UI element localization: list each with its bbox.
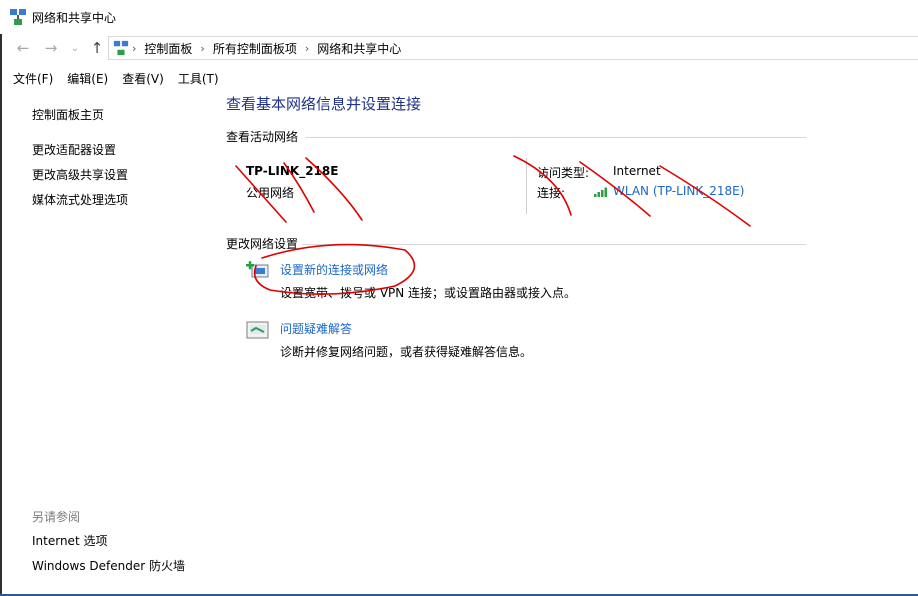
menu-bar: 文件(F) 编辑(E) 查看(V) 工具(T) [0,66,918,90]
arrow-right-icon: → [44,39,58,57]
change-settings-title: 更改网络设置 [226,237,299,251]
network-category-link[interactable]: 公用网络 [246,184,294,201]
wifi-signal-icon [594,187,607,197]
arrow-left-icon: ← [16,39,30,57]
breadcrumb-control-panel[interactable]: 控制面板 [139,40,197,57]
sidebar-item-media-streaming[interactable]: 媒体流式处理选项 [32,191,128,208]
menu-file[interactable]: 文件(F) [7,70,59,87]
sidebar-item-adapter-settings[interactable]: 更改适配器设置 [32,141,116,158]
connection-link[interactable]: WLAN (TP-LINK_218E) [613,184,744,198]
network-center-small-icon [113,40,129,56]
access-type-value: Internet [613,164,661,178]
troubleshoot-link[interactable]: 问题疑难解答 [280,320,352,337]
setup-new-connection-link[interactable]: 设置新的连接或网络 [280,261,388,278]
section-divider [302,244,806,245]
see-also-label: 另请参阅 [32,510,81,524]
new-connection-icon [246,261,269,278]
breadcrumb-network-center[interactable]: 网络和共享中心 [312,40,406,57]
see-also-defender-firewall[interactable]: Windows Defender 防火墙 [32,557,185,574]
see-also-internet-options[interactable]: Internet 选项 [32,532,107,549]
breadcrumb-separator-icon: › [304,41,310,55]
menu-edit[interactable]: 编辑(E) [61,70,114,87]
section-divider [306,137,806,138]
chevron-down-icon: ⌄ [70,42,80,54]
recent-locations-button[interactable]: ⌄ [64,38,86,58]
menu-tools[interactable]: 工具(T) [172,70,225,87]
menu-view[interactable]: 查看(V) [116,70,170,87]
back-button[interactable]: ← [12,38,34,58]
setup-new-connection-desc: 设置宽带、拨号或 VPN 连接；或设置路由器或接入点。 [280,286,577,300]
up-button[interactable]: ↑ [86,38,108,58]
title-bar [0,0,918,34]
network-info-separator [526,158,527,214]
active-networks-title: 查看活动网络 [226,130,299,144]
troubleshoot-icon [246,321,269,339]
forward-button[interactable]: → [40,38,62,58]
breadcrumb-separator-icon: › [132,41,137,55]
breadcrumb-separator-icon: › [200,41,205,55]
arrow-up-icon: ↑ [90,39,104,57]
network-name: TP-LINK_218E [246,164,339,178]
window-title: 网络和共享中心 [32,11,117,25]
network-center-icon [10,9,26,25]
sidebar-item-control-panel-home[interactable]: 控制面板主页 [32,106,104,123]
page-title: 查看基本网络信息并设置连接 [226,95,422,113]
address-bar[interactable]: › 控制面板 › 所有控制面板项 › 网络和共享中心 [108,36,918,60]
access-type-label: 访问类型: [537,166,590,180]
troubleshoot-desc: 诊断并修复网络问题，或者获得疑难解答信息。 [280,345,533,359]
breadcrumb-all-items[interactable]: 所有控制面板项 [208,40,302,57]
sidebar-item-advanced-sharing[interactable]: 更改高级共享设置 [32,166,128,183]
connection-label: 连接: [537,186,566,200]
